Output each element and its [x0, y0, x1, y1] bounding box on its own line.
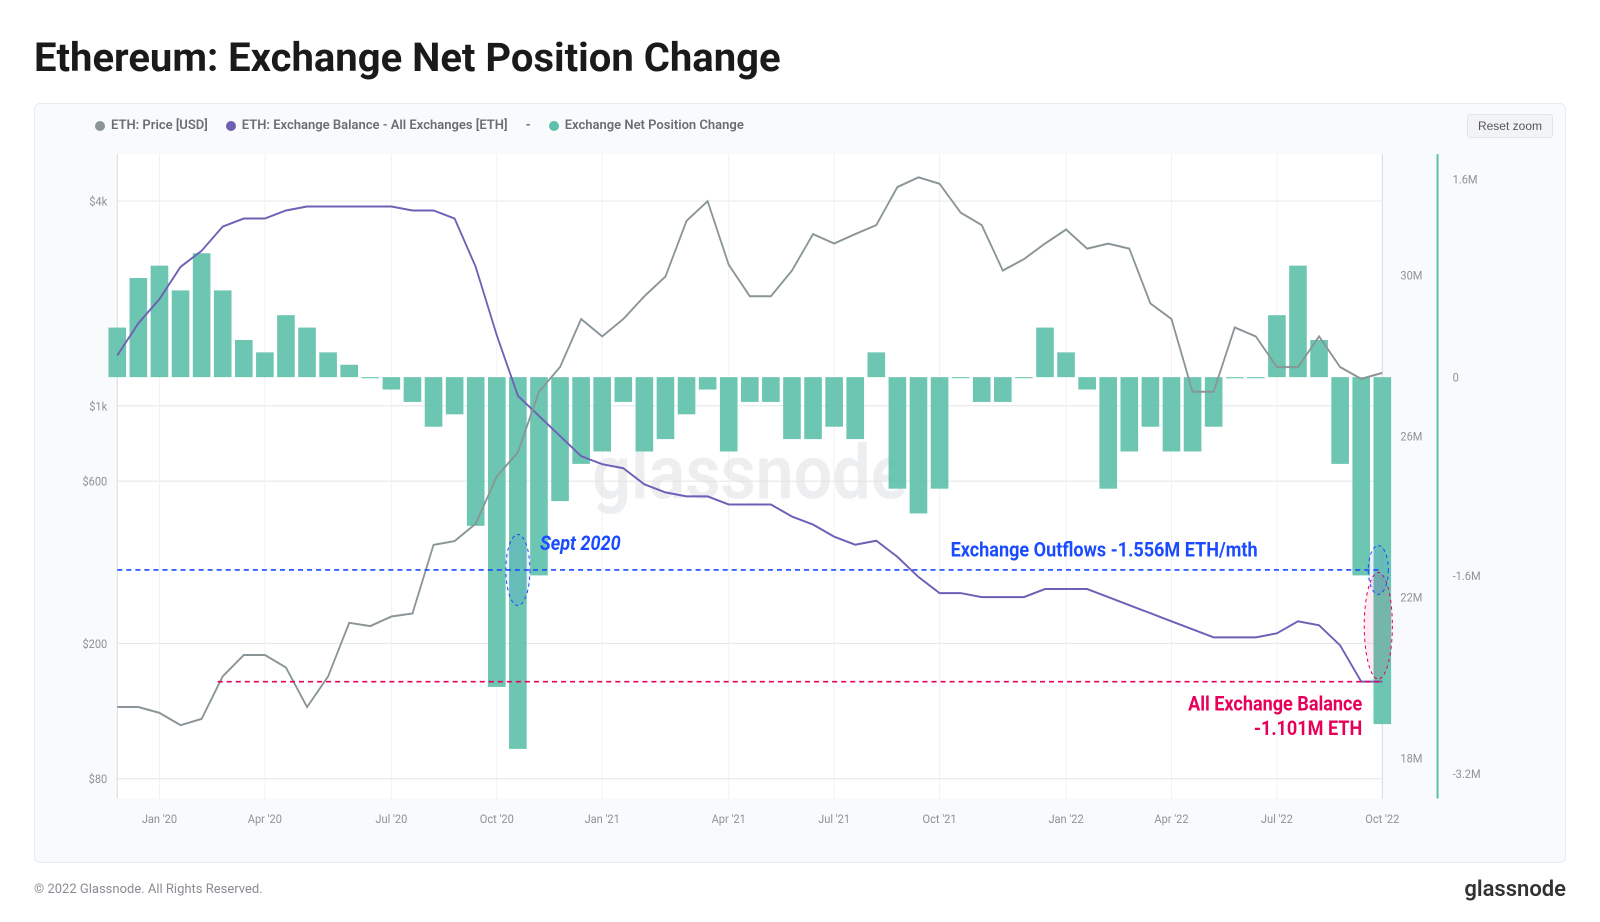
- svg-text:Jul '20: Jul '20: [375, 811, 407, 826]
- page-title: Ethereum: Exchange Net Position Change: [34, 34, 1566, 81]
- svg-text:Apr '20: Apr '20: [248, 811, 282, 826]
- brand-logo: glassnode: [1464, 877, 1566, 902]
- svg-text:$200: $200: [82, 636, 107, 651]
- legend-net[interactable]: Exchange Net Position Change: [549, 118, 744, 133]
- legend-balance-swatch: [226, 121, 236, 131]
- chart-card: Reset zoom ETH: Price [USD] ETH: Exchang…: [34, 103, 1566, 863]
- svg-text:$4k: $4k: [89, 194, 107, 209]
- svg-text:0: 0: [1453, 370, 1459, 385]
- legend-net-label: Exchange Net Position Change: [565, 118, 744, 133]
- legend-balance-label: ETH: Exchange Balance - All Exchanges [E…: [242, 118, 508, 133]
- svg-text:Exchange Outflows -1.556M ETH/: Exchange Outflows -1.556M ETH/mth: [951, 538, 1258, 562]
- svg-text:26M: 26M: [1400, 429, 1422, 444]
- svg-text:Oct '21: Oct '21: [923, 811, 957, 826]
- copyright: © 2022 Glassnode. All Rights Reserved.: [34, 882, 263, 897]
- svg-text:Apr '22: Apr '22: [1154, 811, 1189, 826]
- svg-text:$600: $600: [82, 474, 107, 489]
- svg-text:-1.101M ETH: -1.101M ETH: [1254, 716, 1362, 740]
- svg-text:$80: $80: [89, 772, 108, 787]
- reset-zoom-button[interactable]: Reset zoom: [1467, 114, 1553, 138]
- svg-text:Oct '22: Oct '22: [1365, 811, 1399, 826]
- svg-text:22M: 22M: [1400, 590, 1422, 605]
- svg-text:Apr '21: Apr '21: [712, 811, 746, 826]
- svg-text:Jan '21: Jan '21: [585, 811, 620, 826]
- legend-balance[interactable]: ETH: Exchange Balance - All Exchanges [E…: [226, 118, 508, 133]
- svg-text:30M: 30M: [1400, 268, 1422, 283]
- svg-text:Jan '20: Jan '20: [142, 811, 177, 826]
- legend-dash: -: [526, 118, 531, 133]
- chart-area[interactable]: $80 $200 $600 $1k $4k Jan '20 Apr '20 Jul '20 Oc…: [35, 137, 1565, 862]
- svg-text:$1k: $1k: [89, 399, 107, 414]
- svg-text:-1.6M: -1.6M: [1453, 568, 1481, 583]
- legend-price-label: ETH: Price [USD]: [111, 118, 208, 133]
- svg-text:Jul '21: Jul '21: [818, 811, 850, 826]
- svg-text:1.6M: 1.6M: [1453, 172, 1478, 187]
- svg-text:All Exchange Balance: All Exchange Balance: [1188, 692, 1362, 716]
- svg-text:-3.2M: -3.2M: [1453, 767, 1481, 782]
- legend-price[interactable]: ETH: Price [USD]: [95, 118, 208, 133]
- legend-price-swatch: [95, 121, 105, 131]
- svg-text:18M: 18M: [1400, 751, 1422, 766]
- legend-net-swatch: [549, 121, 559, 131]
- svg-text:Jan '22: Jan '22: [1048, 811, 1084, 826]
- legend: ETH: Price [USD] ETH: Exchange Balance -…: [35, 104, 1565, 137]
- svg-text:Oct '20: Oct '20: [480, 811, 514, 826]
- svg-text:Sept 2020: Sept 2020: [540, 531, 621, 555]
- svg-text:Jul '22: Jul '22: [1261, 811, 1293, 826]
